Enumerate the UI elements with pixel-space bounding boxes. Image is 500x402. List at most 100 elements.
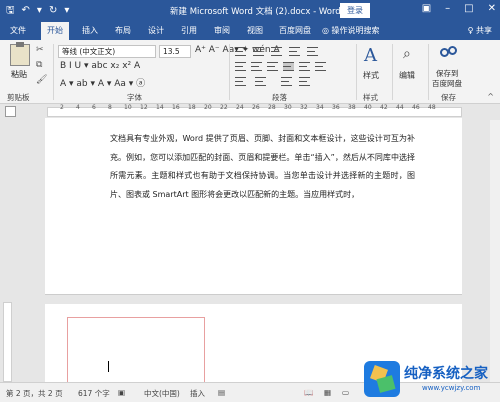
tab-review[interactable]: 审阅 (214, 25, 230, 36)
shading-icon[interactable] (235, 77, 246, 86)
numbering-icon[interactable] (253, 47, 264, 56)
font-tools-row-3[interactable]: A ▾ ab ▾ A ▾ Aa ▾ ⓐ (60, 76, 145, 89)
align-left-icon[interactable] (235, 62, 246, 71)
word-count[interactable]: 617 个字 (78, 388, 110, 399)
paste-button-label[interactable]: 粘贴 (11, 69, 27, 80)
ruler-number: 14 (156, 104, 164, 111)
proofing-icon[interactable]: ▣ (118, 388, 125, 397)
vertical-ruler-strip[interactable] (3, 302, 12, 382)
font-name-combo[interactable]: 等线 (中文正文) (58, 45, 156, 58)
decrease-indent-icon[interactable] (289, 47, 300, 56)
ruler-number: 26 (252, 104, 260, 111)
insert-mode[interactable]: 插入 (190, 388, 205, 399)
ruler-number: 10 (124, 104, 132, 111)
ruler-number: 18 (188, 104, 196, 111)
format-painter-icon[interactable]: 🖌 (36, 75, 47, 85)
vertical-ruler (0, 120, 14, 382)
document-page[interactable]: 文档具有专业外观，Word 提供了页眉、页脚、封面和文本框设计，这些设计可互为补… (45, 118, 462, 295)
copy-icon[interactable]: ⧉ (36, 60, 42, 70)
vertical-scrollbar[interactable] (490, 120, 500, 382)
align-right-icon[interactable] (267, 62, 278, 71)
ruler-number: 36 (332, 104, 340, 111)
tab-design[interactable]: 设计 (148, 25, 164, 36)
ribbon-divider (53, 44, 54, 100)
font-tools-row-2[interactable]: B I U ▾ abc x₂ x² A (60, 61, 140, 71)
tab-insert[interactable]: 插入 (82, 25, 98, 36)
close-icon[interactable]: ✕ (488, 3, 496, 14)
show-marks-icon[interactable] (299, 77, 310, 86)
ruler-number: 24 (236, 104, 244, 111)
maximize-icon[interactable]: □ (464, 3, 473, 14)
print-layout-icon[interactable]: ▦ (324, 388, 331, 397)
distributed-icon[interactable] (299, 62, 310, 71)
justify-icon[interactable] (283, 62, 294, 71)
tell-me-search[interactable]: ◎ 操作说明搜索 (322, 25, 380, 36)
quick-access-toolbar: 🖫 ↶ ▾ ↻ ▾ (6, 4, 69, 18)
ribbon-divider (356, 44, 357, 100)
save-icon[interactable]: 🖫 (6, 4, 15, 18)
document-area: 文档具有专业外观，Word 提供了页眉、页脚、封面和文本框设计，这些设计可互为补… (14, 118, 500, 384)
ruler-number: 34 (316, 104, 324, 111)
watermark-title: 纯净系统之家 (404, 366, 488, 382)
ruler-number: 42 (380, 104, 388, 111)
styles-button-label[interactable]: 样式 (363, 70, 379, 81)
save-group-label: 保存 (441, 93, 456, 102)
text-box[interactable] (67, 317, 205, 384)
web-layout-icon[interactable]: ▭ (342, 388, 349, 397)
language-status[interactable]: 中文(中国) (144, 388, 180, 399)
ruler-number: 48 (428, 104, 436, 111)
borders-icon[interactable] (255, 77, 266, 86)
cloud-save-icon[interactable] (438, 44, 460, 64)
tab-layout[interactable]: 布局 (115, 25, 131, 36)
macro-icon[interactable]: ▤ (218, 388, 225, 397)
editing-search-icon[interactable]: ⌕ (403, 46, 411, 62)
undo-icon[interactable]: ↶ (22, 4, 30, 18)
ruler-number: 46 (412, 104, 420, 111)
align-center-icon[interactable] (251, 62, 262, 71)
ruler-number: 16 (172, 104, 180, 111)
styles-icon[interactable]: A (364, 45, 377, 66)
title-bar: 🖫 ↶ ▾ ↻ ▾ 新建 Microsoft Word 文档 (2).docx … (0, 0, 500, 22)
tab-view[interactable]: 视图 (247, 25, 263, 36)
tab-home[interactable]: 开始 (41, 22, 69, 40)
tab-selector[interactable] (5, 106, 16, 117)
line-spacing-icon[interactable] (315, 62, 326, 71)
page-count[interactable]: 第 2 页，共 2 页 (6, 388, 63, 399)
sort-icon[interactable] (281, 77, 292, 86)
undo-dropdown-icon[interactable]: ▾ (37, 4, 42, 18)
tab-file[interactable]: 文件 (10, 25, 26, 36)
editing-button-label[interactable]: 编辑 (399, 70, 415, 81)
bullets-icon[interactable] (235, 47, 246, 56)
font-size-combo[interactable]: 13.5 (159, 45, 191, 58)
window-title: 新建 Microsoft Word 文档 (2).docx - Word (170, 7, 341, 17)
document-paragraph[interactable]: 文档具有专业外观，Word 提供了页眉、页脚、封面和文本框设计，这些设计可互为补… (110, 130, 415, 204)
minimize-icon[interactable]: – (445, 3, 450, 14)
increase-indent-icon[interactable] (307, 47, 318, 56)
save-to-label-2[interactable]: 百度网盘 (432, 78, 462, 89)
paste-icon[interactable] (10, 42, 30, 66)
ruler-number: 38 (348, 104, 356, 111)
ruler-number: 28 (268, 104, 276, 111)
ribbon-display-icon[interactable]: ▣ (422, 3, 431, 14)
ruler-number: 40 (364, 104, 372, 111)
ruler-number: 4 (76, 104, 80, 111)
paragraph-group-label: 段落 (272, 93, 287, 102)
lightbulb-icon: ◎ (322, 26, 332, 35)
tab-baidu-netdisk[interactable]: 百度网盘 (279, 25, 311, 36)
login-button[interactable]: 登录 (340, 3, 370, 18)
text-cursor (108, 361, 109, 372)
styles-group-label: 样式 (363, 93, 378, 102)
clipboard-group-label: 剪贴板 (7, 93, 30, 102)
share-button[interactable]: ♀ 共享 (468, 25, 492, 36)
read-mode-icon[interactable]: 📖 (304, 388, 313, 397)
site-watermark: 纯净系统之家 www.ycwjzy.com (364, 358, 498, 402)
multilevel-list-icon[interactable] (271, 47, 282, 56)
collapse-ribbon-icon[interactable]: ^ (487, 92, 494, 101)
tab-references[interactable]: 引用 (181, 25, 197, 36)
tell-me-label: 操作说明搜索 (331, 26, 380, 35)
customize-qat-icon[interactable]: ▾ (64, 4, 69, 18)
redo-icon[interactable]: ↻ (49, 4, 57, 18)
cut-icon[interactable]: ✂ (36, 45, 44, 55)
ruler-number: 12 (140, 104, 148, 111)
ribbon-tabs: 文件 开始 插入 布局 设计 引用 审阅 视图 百度网盘 ◎ 操作说明搜索 ♀ … (0, 22, 500, 40)
